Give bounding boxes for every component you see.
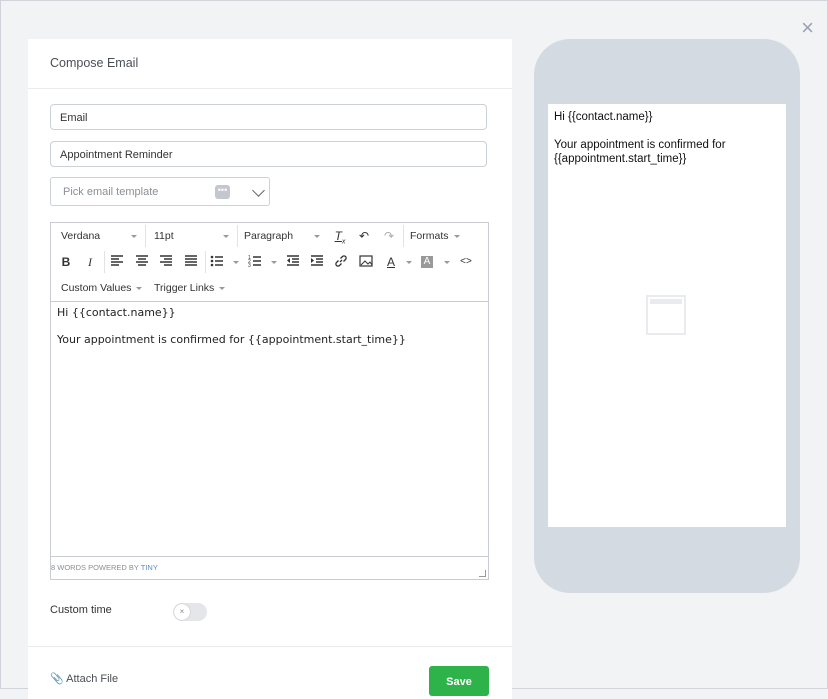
divider <box>28 646 512 647</box>
align-center-icon[interactable] <box>135 254 151 270</box>
bold-icon[interactable]: B <box>58 254 74 270</box>
font-size-select[interactable]: 11pt <box>154 223 174 249</box>
editor-line: Your appointment is confirmed for {{appo… <box>57 333 406 346</box>
tiny-link[interactable]: TINY <box>141 563 158 572</box>
redo-icon[interactable]: ↷ <box>381 228 397 244</box>
text-color-icon[interactable]: A <box>383 254 399 270</box>
chevron-down-icon[interactable] <box>252 184 265 197</box>
attach-label: Attach File <box>66 673 119 685</box>
font-family-select[interactable]: Verdana <box>61 223 100 249</box>
image-icon[interactable] <box>359 254 375 270</box>
subject-field[interactable]: Appointment Reminder <box>50 141 487 167</box>
clear-formatting-icon[interactable]: Tx <box>332 228 348 245</box>
block-format-select[interactable]: Paragraph <box>244 223 293 249</box>
bullet-list-icon[interactable] <box>210 254 226 270</box>
undo-icon[interactable]: ↶ <box>356 228 372 244</box>
divider <box>145 225 146 247</box>
panel-title: Compose Email <box>50 56 139 70</box>
align-left-icon[interactable] <box>110 254 126 270</box>
toolbar-row: Verdana 11pt Paragraph Tx ↶ ↷ Formats <box>51 223 488 249</box>
custom-time-label: Custom time <box>50 604 112 616</box>
close-icon[interactable]: × <box>801 17 814 39</box>
editor-statusbar: 8 WORDS POWERED BY TINY <box>51 556 488 579</box>
toolbar-row: B I 123 A A <> <box>51 249 488 275</box>
preview-line: Hi {{contact.name}} <box>554 111 653 123</box>
phone-screen: Hi {{contact.name}} Your appointment is … <box>548 104 786 527</box>
preview-content: Hi {{contact.name}} Your appointment is … <box>554 110 786 180</box>
italic-icon[interactable]: I <box>82 254 98 270</box>
svg-text:3: 3 <box>248 263 251 268</box>
formats-menu[interactable]: Formats <box>410 223 460 249</box>
background-color-icon[interactable]: A <box>421 256 433 268</box>
resize-handle[interactable] <box>479 570 486 577</box>
save-button[interactable]: Save <box>429 666 489 696</box>
attach-file-link[interactable]: 📎 Attach File <box>50 672 118 685</box>
indent-icon[interactable] <box>310 254 326 270</box>
custom-values-menu[interactable]: Custom Values <box>61 275 142 301</box>
template-placeholder: Pick email template <box>63 186 159 198</box>
numbered-list-icon[interactable]: 123 <box>248 254 264 270</box>
phone-preview: Hi {{contact.name}} Your appointment is … <box>534 39 800 593</box>
image-placeholder-icon <box>646 295 686 335</box>
more-icon[interactable]: ••• <box>215 185 230 199</box>
divider <box>28 88 512 89</box>
template-select[interactable]: Pick email template ••• <box>50 177 270 206</box>
divider <box>205 251 206 273</box>
preview-line: Your appointment is confirmed for {{appo… <box>554 139 726 165</box>
editor-line: Hi {{contact.name}} <box>57 306 176 319</box>
chevron-down-icon[interactable] <box>271 261 277 264</box>
divider <box>104 251 105 273</box>
source-code-icon[interactable]: <> <box>458 254 474 270</box>
chevron-down-icon[interactable] <box>233 261 239 264</box>
custom-time-toggle[interactable]: × <box>173 603 207 621</box>
link-icon[interactable] <box>334 254 350 270</box>
chevron-down-icon <box>131 235 137 238</box>
trigger-links-menu[interactable]: Trigger Links <box>154 275 225 301</box>
email-field[interactable]: Email <box>50 104 487 130</box>
word-count: 8 WORDS POWERED BY <box>51 563 141 572</box>
outdent-icon[interactable] <box>286 254 302 270</box>
compose-panel: Compose Email Email Appointment Reminder… <box>28 39 512 699</box>
chevron-down-icon[interactable] <box>406 261 412 264</box>
align-justify-icon[interactable] <box>184 254 200 270</box>
align-right-icon[interactable] <box>159 254 175 270</box>
editor-toolbar: Verdana 11pt Paragraph Tx ↶ ↷ Formats B … <box>51 223 488 302</box>
paperclip-icon: 📎 <box>50 673 64 685</box>
divider <box>237 225 238 247</box>
toolbar-row: Custom Values Trigger Links <box>51 275 488 301</box>
rich-text-editor[interactable]: Verdana 11pt Paragraph Tx ↶ ↷ Formats B … <box>50 222 489 580</box>
chevron-down-icon <box>314 235 320 238</box>
editor-content[interactable]: Hi {{contact.name}} Your appointment is … <box>57 306 406 360</box>
chevron-down-icon[interactable] <box>444 261 450 264</box>
chevron-down-icon <box>223 235 229 238</box>
toggle-knob: × <box>174 604 190 620</box>
divider <box>403 225 404 247</box>
